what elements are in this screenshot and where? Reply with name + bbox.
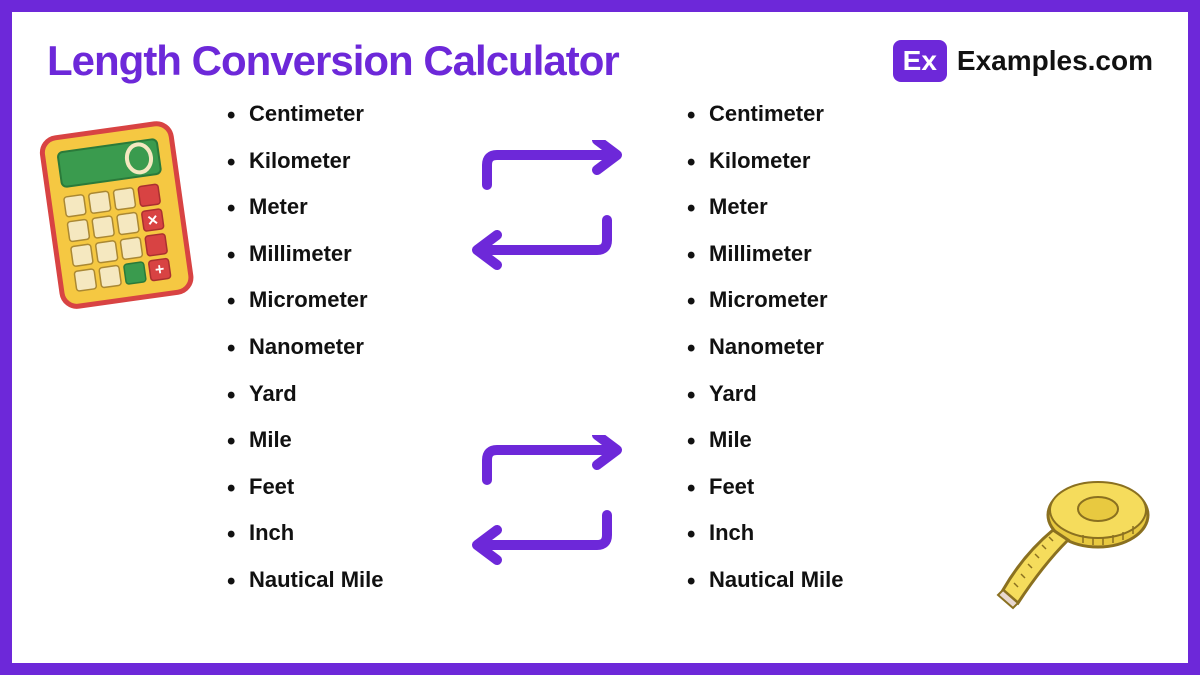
swap-icon xyxy=(447,435,647,585)
list-item: Inch xyxy=(227,519,383,548)
list-item: Nanometer xyxy=(227,333,383,362)
list-item: Micrometer xyxy=(687,286,843,315)
content-area: ✕ + Centimeter Kilometer Meter Millimete… xyxy=(47,100,1153,660)
list-item: Mile xyxy=(227,426,383,455)
logo-badge: Ex xyxy=(893,40,947,82)
list-item: Meter xyxy=(687,193,843,222)
list-item: Yard xyxy=(687,380,843,409)
svg-text:✕: ✕ xyxy=(146,211,160,228)
list-item: Centimeter xyxy=(227,100,383,129)
list-item: Millimeter xyxy=(227,240,383,269)
list-item: Inch xyxy=(687,519,843,548)
logo: Ex Examples.com xyxy=(893,40,1153,82)
list-item: Feet xyxy=(687,473,843,502)
main-container: Length Conversion Calculator Ex Examples… xyxy=(12,12,1188,663)
list-item: Mile xyxy=(687,426,843,455)
calculator-icon: ✕ + xyxy=(29,111,205,325)
list-item: Millimeter xyxy=(687,240,843,269)
list-item: Nautical Mile xyxy=(687,566,843,595)
measuring-tape-icon xyxy=(993,475,1163,620)
list-item: Kilometer xyxy=(227,147,383,176)
units-list-right: Centimeter Kilometer Meter Millimeter Mi… xyxy=(687,100,843,613)
list-item: Centimeter xyxy=(687,100,843,129)
swap-arrows-bottom xyxy=(447,435,647,590)
list-item: Yard xyxy=(227,380,383,409)
list-item: Feet xyxy=(227,473,383,502)
page-title: Length Conversion Calculator xyxy=(47,37,619,85)
list-item: Nanometer xyxy=(687,333,843,362)
list-item: Nautical Mile xyxy=(227,566,383,595)
list-item: Meter xyxy=(227,193,383,222)
units-list-left: Centimeter Kilometer Meter Millimeter Mi… xyxy=(227,100,383,613)
logo-text: Examples.com xyxy=(957,45,1153,77)
list-item: Kilometer xyxy=(687,147,843,176)
header: Length Conversion Calculator Ex Examples… xyxy=(47,37,1153,85)
list-item: Micrometer xyxy=(227,286,383,315)
swap-icon xyxy=(447,140,647,290)
swap-arrows-top xyxy=(447,140,647,295)
